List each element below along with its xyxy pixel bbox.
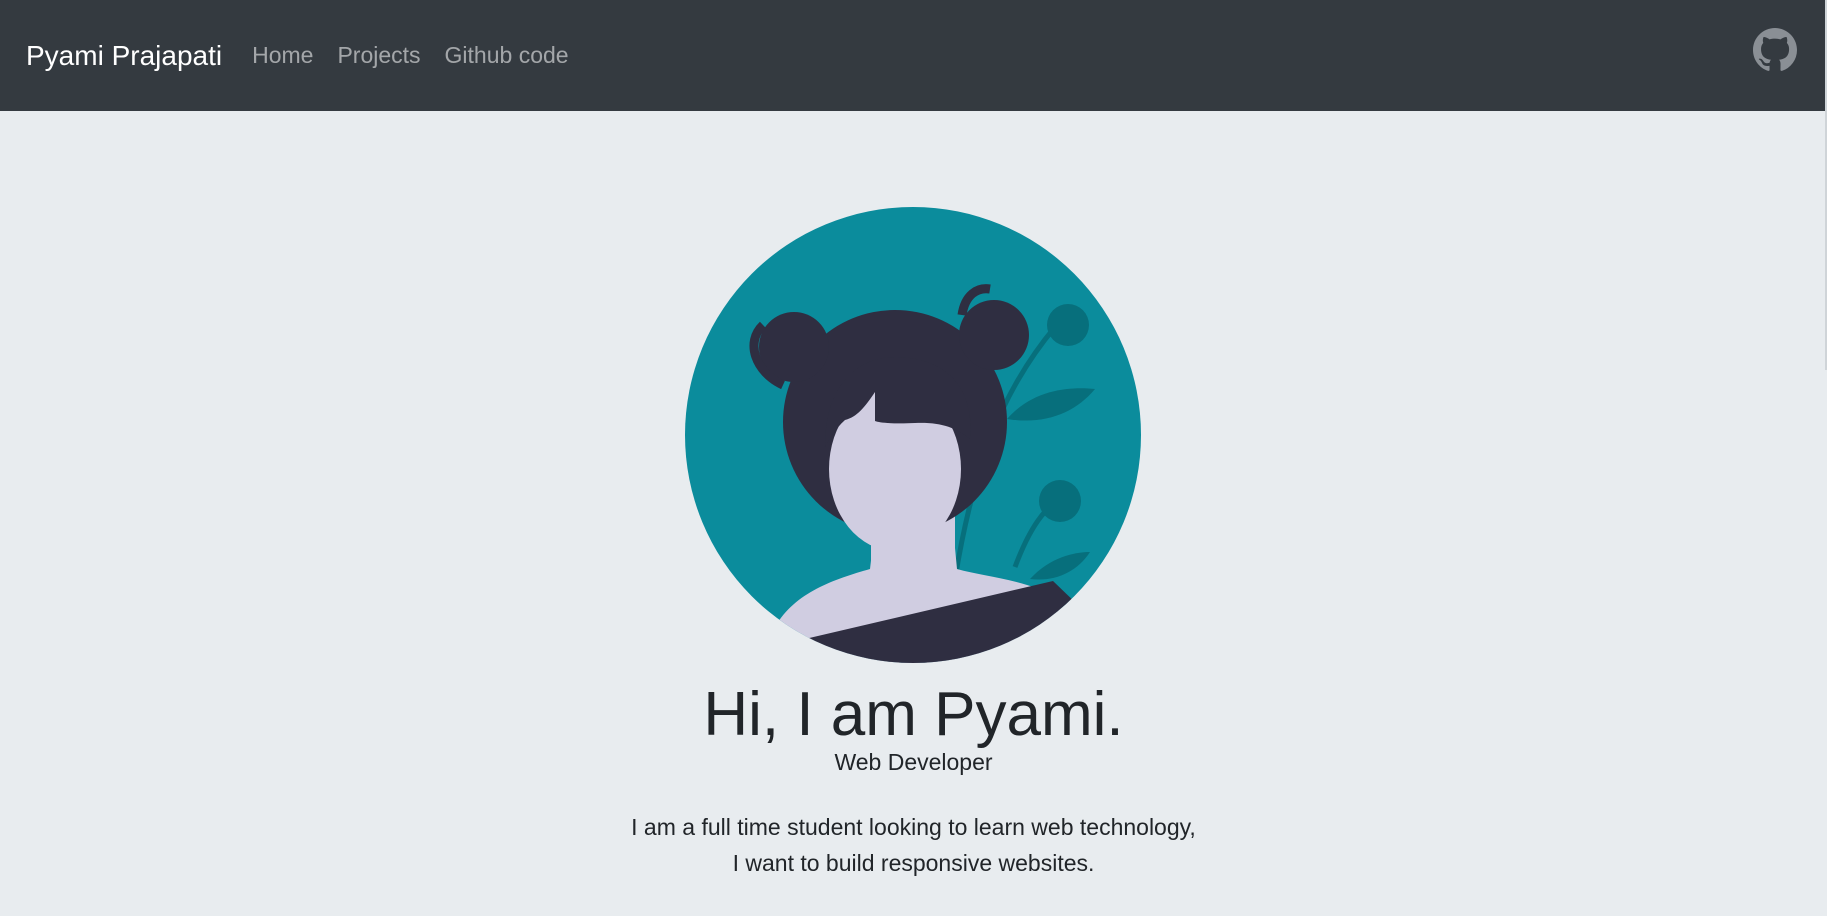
nav-links: Home Projects Github code bbox=[252, 42, 592, 69]
navbar: Pyami Prajapati Home Projects Github cod… bbox=[0, 0, 1827, 111]
hero-headline: Hi, I am Pyami. bbox=[703, 680, 1124, 749]
hero-bio: I am a full time student looking to lear… bbox=[0, 809, 1827, 881]
nav-link-projects[interactable]: Projects bbox=[337, 42, 420, 69]
hero-section: Hi, I am Pyami. Web Developer I am a ful… bbox=[0, 111, 1827, 916]
avatar-illustration bbox=[685, 207, 1141, 663]
github-icon[interactable] bbox=[1753, 28, 1797, 72]
bio-line-2: I want to build responsive websites. bbox=[732, 850, 1095, 876]
nav-link-home[interactable]: Home bbox=[252, 42, 313, 69]
hero-role: Web Developer bbox=[834, 749, 993, 775]
bio-line-1: I am a full time student looking to lear… bbox=[631, 814, 1196, 840]
avatar bbox=[685, 207, 1141, 663]
nav-link-github-code[interactable]: Github code bbox=[445, 42, 569, 69]
github-icon-svg bbox=[1753, 28, 1797, 71]
brand-link[interactable]: Pyami Prajapati bbox=[26, 40, 222, 72]
